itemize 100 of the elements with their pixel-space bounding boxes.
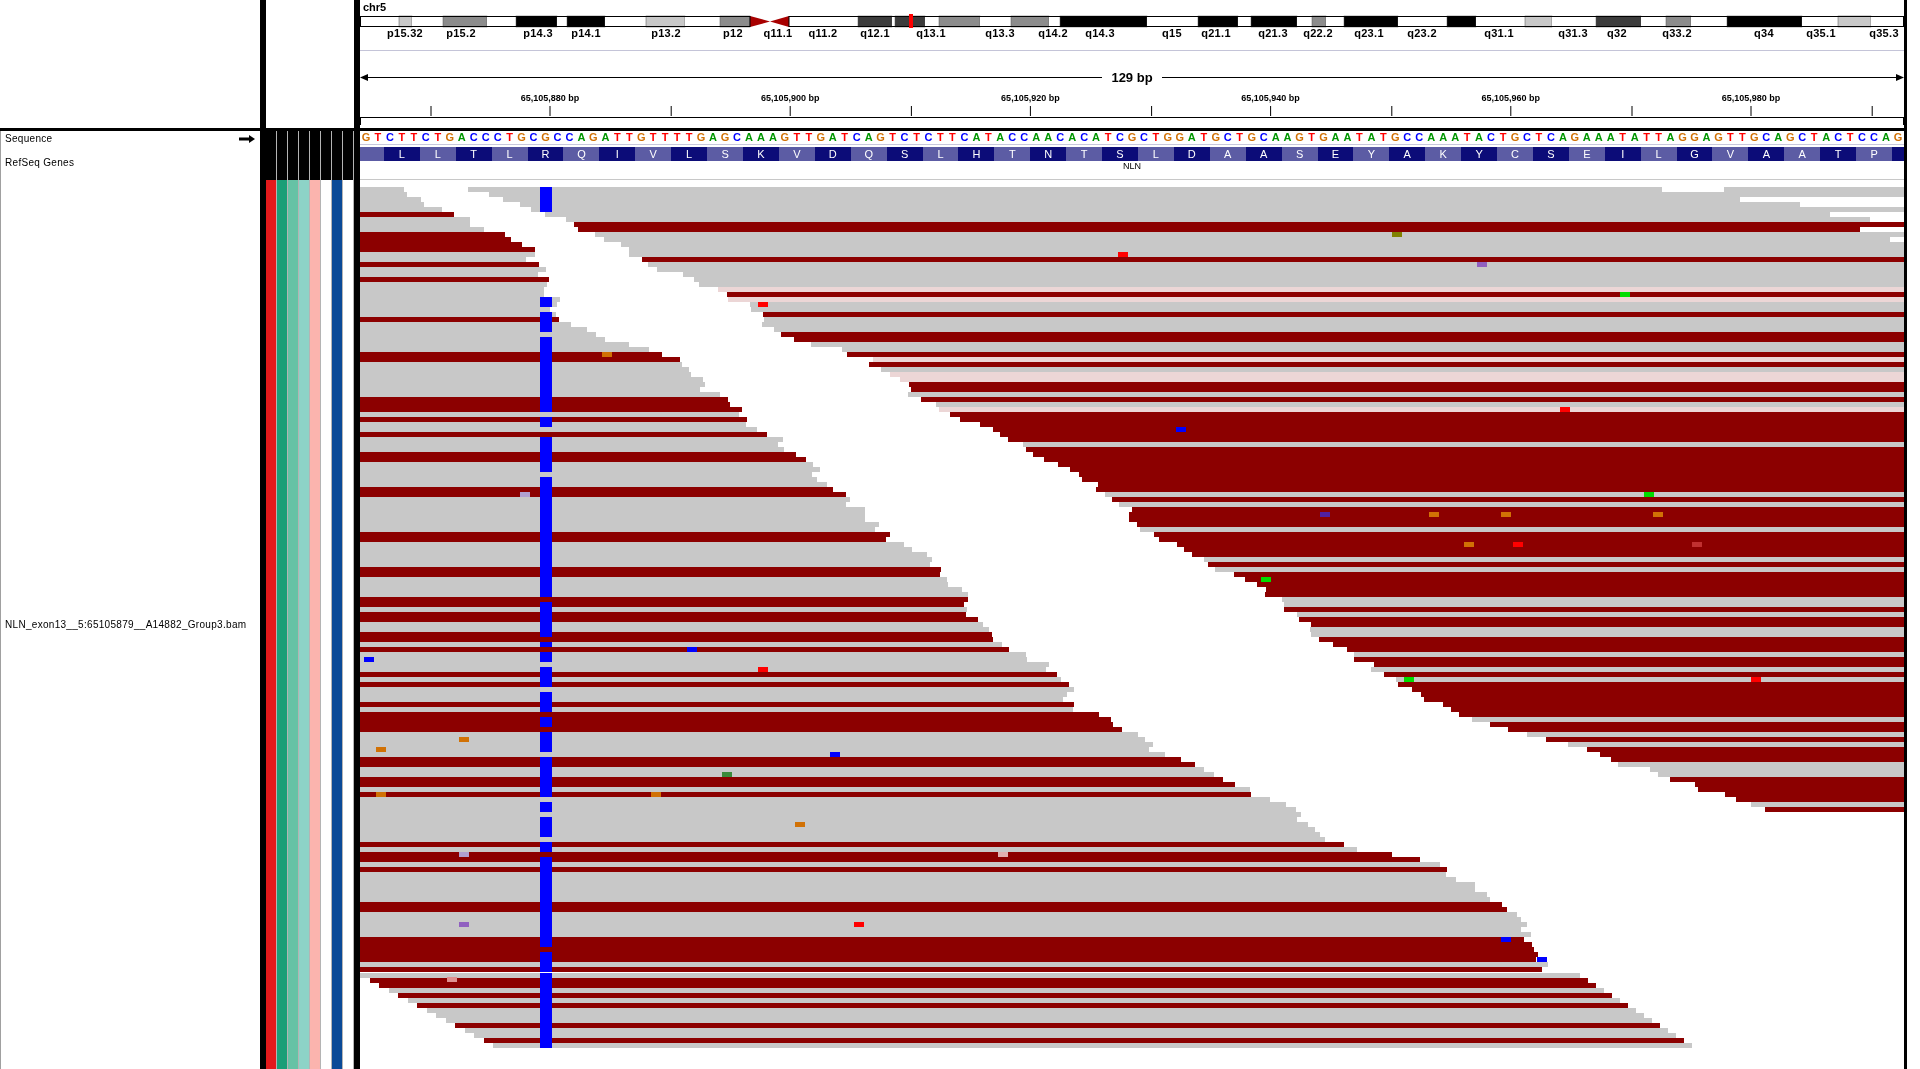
- amino-acid: I: [1604, 147, 1641, 161]
- amino-acid: D: [814, 147, 851, 161]
- base-letter: T: [1463, 132, 1471, 143]
- base-letter: C: [493, 132, 502, 143]
- base-letter: C: [1415, 132, 1424, 143]
- base-letter: C: [385, 132, 394, 143]
- base-letter: A: [1187, 132, 1196, 143]
- base-letter: A: [745, 132, 753, 143]
- amino-acid: L: [491, 147, 528, 161]
- base-letter: A: [577, 132, 586, 143]
- base-letter: G: [1211, 132, 1221, 143]
- base-letter: A: [709, 132, 718, 143]
- base-letter: T: [398, 132, 406, 143]
- base-letter: T: [1846, 132, 1854, 143]
- base-letter: T: [434, 132, 442, 143]
- base-letter: G: [1570, 132, 1580, 143]
- base-letter: A: [1558, 132, 1567, 143]
- base-letter: T: [841, 132, 849, 143]
- base-letter: G: [1247, 132, 1256, 143]
- base-letter: G: [637, 132, 646, 143]
- amino-acid: A: [1389, 147, 1426, 161]
- amino-acid: R: [527, 147, 564, 161]
- base-letter: T: [937, 132, 944, 143]
- base-letter: C: [553, 132, 562, 143]
- base-letter: T: [1236, 132, 1244, 143]
- amino-acid: E: [1568, 147, 1605, 161]
- base-letter: G: [445, 132, 455, 143]
- amino-acid: Q: [563, 147, 600, 161]
- base-letter: A: [457, 132, 466, 143]
- attribute-cell: [332, 146, 342, 180]
- base-letter: C: [469, 132, 478, 143]
- base-letter: T: [374, 132, 382, 143]
- amino-acid: S: [1281, 147, 1318, 161]
- track-name: NLN_exon13__5:65105879__A14882_Group3.bam: [5, 618, 247, 631]
- base-letter: C: [565, 132, 574, 143]
- base-letter: A: [768, 132, 777, 143]
- base-letter: G: [1893, 132, 1903, 143]
- amino-acid: A: [1245, 147, 1282, 161]
- base-letter: T: [685, 132, 693, 143]
- amino-acid: Y: [1461, 147, 1498, 161]
- base-letter: A: [1582, 132, 1591, 143]
- base-letter: C: [481, 132, 490, 143]
- base-letter: C: [1139, 132, 1148, 143]
- amino-acid: V: [778, 147, 815, 161]
- base-letter: C: [1056, 132, 1065, 143]
- base-letter: T: [1643, 132, 1650, 143]
- base-letter: A: [864, 132, 873, 143]
- amino-acid: S: [707, 147, 743, 161]
- base-letter: T: [649, 132, 657, 143]
- base-letter: G: [780, 132, 790, 143]
- base-letter: C: [1008, 132, 1017, 143]
- base-letter: A: [1702, 132, 1711, 143]
- base-letter: G: [1175, 132, 1185, 143]
- base-letter: T: [1810, 132, 1818, 143]
- base-letter: A: [1594, 132, 1603, 143]
- base-letter: G: [1690, 132, 1699, 143]
- amino-acid: L: [1137, 147, 1174, 161]
- base-letter: G: [1714, 132, 1723, 143]
- base-letter: T: [673, 132, 681, 143]
- attribute-cell: [310, 146, 320, 180]
- base-letter: A: [1630, 132, 1639, 143]
- base-letter: C: [1522, 132, 1531, 143]
- base-letter: C: [1020, 132, 1029, 143]
- base-letter: G: [720, 132, 730, 143]
- amino-acid: T: [994, 147, 1031, 161]
- base-letter: T: [1356, 132, 1363, 143]
- base-letter: T: [625, 132, 633, 143]
- base-letter: C: [852, 132, 861, 143]
- base-letter: A: [756, 132, 765, 143]
- base-letter: T: [913, 132, 920, 143]
- track-name: RefSeq Genes: [5, 157, 75, 169]
- gene-label: NLN: [1123, 161, 1141, 171]
- amino-acid: S: [1102, 147, 1138, 161]
- base-letter: T: [661, 132, 669, 143]
- amino-acid: L: [671, 147, 708, 161]
- amino-acid: H: [958, 147, 995, 161]
- base-letter: C: [1798, 132, 1807, 143]
- base-letter: A: [601, 132, 610, 143]
- base-letter: C: [733, 132, 741, 143]
- base-letter: C: [1223, 132, 1232, 143]
- amino-acid: K: [1425, 147, 1462, 161]
- base-letter: T: [1379, 132, 1387, 143]
- base-letter: T: [1104, 132, 1112, 143]
- base-letter: C: [421, 132, 430, 143]
- base-letter: C: [1259, 132, 1268, 143]
- base-letter: T: [1727, 132, 1734, 143]
- base-letter: T: [793, 132, 801, 143]
- base-letter: G: [1163, 132, 1173, 143]
- base-letter: T: [1535, 132, 1543, 143]
- base-letter: A: [1271, 132, 1280, 143]
- base-letter: C: [1080, 132, 1089, 143]
- base-letter: G: [1750, 132, 1759, 143]
- base-letter: A: [1475, 132, 1484, 143]
- amino-acid: L: [1640, 147, 1677, 161]
- base-letter: A: [1283, 132, 1292, 143]
- attribute-cell: [277, 146, 287, 180]
- base-letter: T: [1499, 132, 1507, 143]
- base-letter: G: [1295, 132, 1304, 143]
- base-letter: G: [1391, 132, 1400, 143]
- base-letter: A: [1451, 132, 1460, 143]
